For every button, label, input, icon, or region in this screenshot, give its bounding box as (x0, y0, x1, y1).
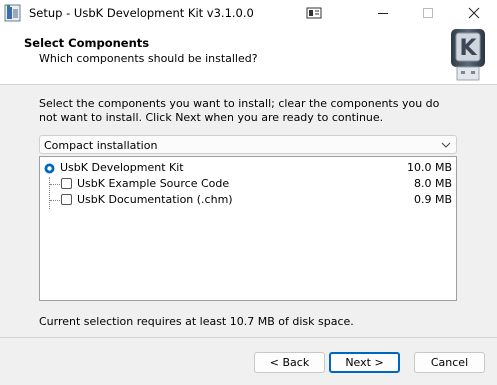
component-size: 0.9 MB (413, 193, 452, 206)
page-subtitle: Which components should be installed? (39, 52, 258, 65)
component-checkbox[interactable] (61, 194, 72, 205)
minimize-button[interactable] (360, 0, 406, 27)
setup-app-icon (4, 4, 21, 22)
system-menu-button[interactable] (292, 0, 336, 27)
system-menu-icon (306, 7, 322, 19)
chevron-down-icon (441, 142, 451, 148)
component-label: UsbK Documentation (.chm) (77, 193, 233, 206)
install-type-value: Compact installation (44, 139, 158, 152)
component-row[interactable]: UsbK Example Source Code 8.0 MB (40, 176, 456, 192)
maximize-button[interactable] (405, 0, 451, 27)
component-label: UsbK Development Kit (60, 161, 184, 174)
close-button[interactable] (451, 0, 497, 27)
component-checkbox[interactable] (61, 178, 72, 189)
minimize-icon (378, 13, 388, 14)
wizard-header: Select Components Which components shoul… (0, 27, 497, 84)
close-icon (468, 7, 480, 19)
page-title: Select Components (24, 36, 150, 50)
cancel-button[interactable]: Cancel (414, 352, 485, 373)
maximize-icon (423, 8, 433, 18)
instructions-text: Select the components you want to instal… (39, 97, 440, 124)
logo-letter: K (459, 36, 477, 61)
window-title: Setup - UsbK Development Kit v3.1.0.0 (29, 6, 254, 20)
install-type-dropdown[interactable]: Compact installation (39, 135, 457, 154)
component-radio-selected[interactable] (44, 163, 55, 174)
component-size: 8.0 MB (413, 177, 452, 190)
next-button[interactable]: Next > (329, 352, 400, 373)
usb-drive-logo-icon: K (451, 29, 485, 81)
components-list: UsbK Development Kit 10.0 MB UsbK Exampl… (39, 156, 457, 301)
back-button[interactable]: < Back (254, 352, 325, 373)
component-size: 10.0 MB (406, 161, 452, 174)
component-row[interactable]: UsbK Development Kit 10.0 MB (40, 160, 456, 176)
disk-space-text: Current selection requires at least 10.7… (39, 315, 354, 328)
title-bar: Setup - UsbK Development Kit v3.1.0.0 (0, 0, 497, 27)
component-row[interactable]: UsbK Documentation (.chm) 0.9 MB (40, 192, 456, 208)
component-label: UsbK Example Source Code (77, 177, 230, 190)
